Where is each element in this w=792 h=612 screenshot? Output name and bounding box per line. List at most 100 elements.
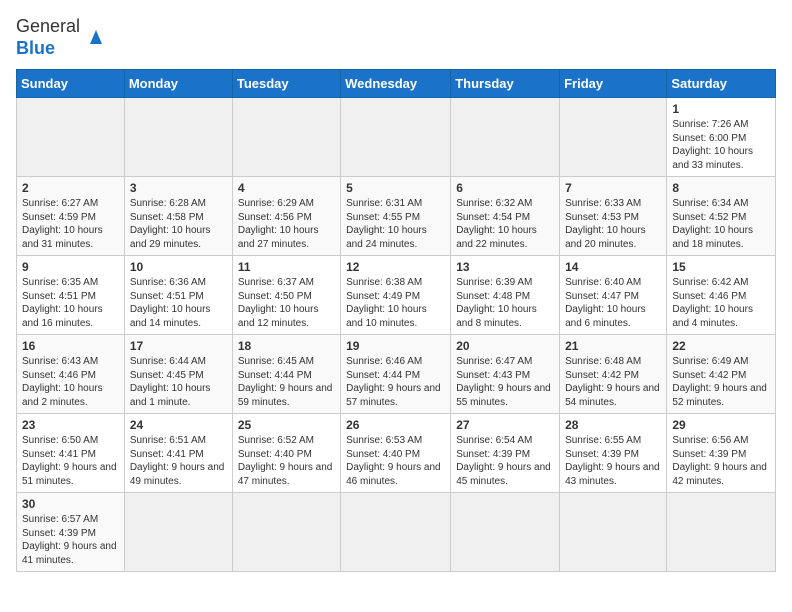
calendar-day-cell: 10Sunrise: 6:36 AM Sunset: 4:51 PM Dayli… (124, 256, 232, 335)
day-sun-info: Sunrise: 6:42 AM Sunset: 4:46 PM Dayligh… (672, 276, 770, 330)
calendar-day-cell: 30 Sunrise: 6:57 AM Sunset: 4:39 PM Dayli… (17, 493, 125, 572)
day-sun-info: Sunrise: 6:44 AM Sunset: 4:45 PM Dayligh… (130, 355, 227, 409)
day-number: 10 (130, 260, 227, 274)
calendar-day-cell: 24 Sunrise: 6:51 AM Sunset: 4:41 PM Dayli… (124, 414, 232, 493)
page-header: General Blue (16, 16, 776, 59)
day-sun-info: Sunrise: 6:57 AM Sunset: 4:39 PM Dayligh… (22, 513, 119, 567)
day-sun-info: Sunrise: 7:26 AM Sunset: 6:00 PM Dayligh… (672, 118, 770, 172)
day-number: 6 (456, 181, 554, 195)
day-number: 16 (22, 339, 119, 353)
day-sun-info: Sunrise: 6:39 AM Sunset: 4:48 PM Dayligh… (456, 276, 554, 330)
day-sun-info: Sunrise: 6:43 AM Sunset: 4:46 PM Dayligh… (22, 355, 119, 409)
day-number: 9 (22, 260, 119, 274)
calendar-table: SundayMondayTuesdayWednesdayThursdayFrid… (16, 69, 776, 572)
day-sun-info: Sunrise: 6:56 AM Sunset: 4:39 PM Dayligh… (672, 434, 770, 488)
day-number: 26 (346, 418, 445, 432)
calendar-day-cell: 4 Sunrise: 6:29 AM Sunset: 4:56 PM Daylig… (232, 177, 340, 256)
calendar-day-cell: 2Sunrise: 6:27 AM Sunset: 4:59 PM Daylig… (17, 177, 125, 256)
day-number: 14 (565, 260, 661, 274)
day-sun-info: Sunrise: 6:52 AM Sunset: 4:40 PM Dayligh… (238, 434, 335, 488)
weekday-header-wednesday: Wednesday (341, 70, 451, 98)
day-sun-info: Sunrise: 6:38 AM Sunset: 4:49 PM Dayligh… (346, 276, 445, 330)
calendar-day-cell: 29 Sunrise: 6:56 AM Sunset: 4:39 PM Dayli… (667, 414, 776, 493)
day-sun-info: Sunrise: 6:54 AM Sunset: 4:39 PM Dayligh… (456, 434, 554, 488)
day-number: 27 (456, 418, 554, 432)
weekday-header-tuesday: Tuesday (232, 70, 340, 98)
calendar-day-cell (560, 493, 667, 572)
calendar-day-cell (667, 493, 776, 572)
day-number: 8 (672, 181, 770, 195)
day-sun-info: Sunrise: 6:51 AM Sunset: 4:41 PM Dayligh… (130, 434, 227, 488)
calendar-week-row: 23 Sunrise: 6:50 AM Sunset: 4:41 PM Dayli… (17, 414, 776, 493)
day-sun-info: Sunrise: 6:32 AM Sunset: 4:54 PM Dayligh… (456, 197, 554, 251)
day-sun-info: Sunrise: 6:46 AM Sunset: 4:44 PM Dayligh… (346, 355, 445, 409)
day-sun-info: Sunrise: 6:29 AM Sunset: 4:56 PM Dayligh… (238, 197, 335, 251)
calendar-day-cell (560, 98, 667, 177)
day-sun-info: Sunrise: 6:49 AM Sunset: 4:42 PM Dayligh… (672, 355, 770, 409)
calendar-day-cell: 1 Sunrise: 7:26 AM Sunset: 6:00 PM Daylig… (667, 98, 776, 177)
day-number: 11 (238, 260, 335, 274)
day-number: 18 (238, 339, 335, 353)
day-number: 25 (238, 418, 335, 432)
day-number: 30 (22, 497, 119, 511)
calendar-day-cell: 17 Sunrise: 6:44 AM Sunset: 4:45 PM Dayli… (124, 335, 232, 414)
calendar-day-cell: 12 Sunrise: 6:38 AM Sunset: 4:49 PM Dayli… (341, 256, 451, 335)
day-sun-info: Sunrise: 6:50 AM Sunset: 4:41 PM Dayligh… (22, 434, 119, 488)
day-number: 4 (238, 181, 335, 195)
calendar-day-cell (17, 98, 125, 177)
calendar-day-cell: 8 Sunrise: 6:34 AM Sunset: 4:52 PM Daylig… (667, 177, 776, 256)
day-number: 23 (22, 418, 119, 432)
day-number: 20 (456, 339, 554, 353)
calendar-week-row: 16 Sunrise: 6:43 AM Sunset: 4:46 PM Dayli… (17, 335, 776, 414)
calendar-week-row: 2Sunrise: 6:27 AM Sunset: 4:59 PM Daylig… (17, 177, 776, 256)
logo: General Blue (16, 16, 106, 59)
calendar-day-cell (341, 98, 451, 177)
day-number: 29 (672, 418, 770, 432)
calendar-day-cell: 27 Sunrise: 6:54 AM Sunset: 4:39 PM Dayli… (451, 414, 560, 493)
logo-triangle-icon (86, 26, 106, 46)
day-sun-info: Sunrise: 6:34 AM Sunset: 4:52 PM Dayligh… (672, 197, 770, 251)
day-sun-info: Sunrise: 6:47 AM Sunset: 4:43 PM Dayligh… (456, 355, 554, 409)
day-sun-info: Sunrise: 6:45 AM Sunset: 4:44 PM Dayligh… (238, 355, 335, 409)
calendar-day-cell (124, 98, 232, 177)
day-sun-info: Sunrise: 6:53 AM Sunset: 4:40 PM Dayligh… (346, 434, 445, 488)
logo-text: General Blue (16, 16, 80, 59)
calendar-day-cell: 3 Sunrise: 6:28 AM Sunset: 4:58 PM Daylig… (124, 177, 232, 256)
calendar-day-cell (232, 98, 340, 177)
calendar-day-cell: 26 Sunrise: 6:53 AM Sunset: 4:40 PM Dayli… (341, 414, 451, 493)
day-sun-info: Sunrise: 6:48 AM Sunset: 4:42 PM Dayligh… (565, 355, 661, 409)
calendar-day-cell: 21 Sunrise: 6:48 AM Sunset: 4:42 PM Dayli… (560, 335, 667, 414)
day-sun-info: Sunrise: 6:28 AM Sunset: 4:58 PM Dayligh… (130, 197, 227, 251)
calendar-day-cell: 22 Sunrise: 6:49 AM Sunset: 4:42 PM Dayli… (667, 335, 776, 414)
day-sun-info: Sunrise: 6:37 AM Sunset: 4:50 PM Dayligh… (238, 276, 335, 330)
day-number: 17 (130, 339, 227, 353)
calendar-day-cell: 9 Sunrise: 6:35 AM Sunset: 4:51 PM Daylig… (17, 256, 125, 335)
day-number: 12 (346, 260, 445, 274)
calendar-day-cell: 25 Sunrise: 6:52 AM Sunset: 4:40 PM Dayli… (232, 414, 340, 493)
day-number: 22 (672, 339, 770, 353)
calendar-week-row: 30 Sunrise: 6:57 AM Sunset: 4:39 PM Dayli… (17, 493, 776, 572)
calendar-day-cell: 5Sunrise: 6:31 AM Sunset: 4:55 PM Daylig… (341, 177, 451, 256)
calendar-day-cell: 16 Sunrise: 6:43 AM Sunset: 4:46 PM Dayli… (17, 335, 125, 414)
weekday-header-monday: Monday (124, 70, 232, 98)
day-number: 28 (565, 418, 661, 432)
calendar-day-cell: 13 Sunrise: 6:39 AM Sunset: 4:48 PM Dayli… (451, 256, 560, 335)
calendar-day-cell: 18 Sunrise: 6:45 AM Sunset: 4:44 PM Dayli… (232, 335, 340, 414)
day-number: 21 (565, 339, 661, 353)
calendar-day-cell (451, 493, 560, 572)
calendar-day-cell: 11 Sunrise: 6:37 AM Sunset: 4:50 PM Dayli… (232, 256, 340, 335)
day-number: 3 (130, 181, 227, 195)
day-number: 13 (456, 260, 554, 274)
day-number: 24 (130, 418, 227, 432)
calendar-day-cell: 7Sunrise: 6:33 AM Sunset: 4:53 PM Daylig… (560, 177, 667, 256)
calendar-day-cell (451, 98, 560, 177)
day-sun-info: Sunrise: 6:35 AM Sunset: 4:51 PM Dayligh… (22, 276, 119, 330)
calendar-day-cell (124, 493, 232, 572)
calendar-day-cell: 20 Sunrise: 6:47 AM Sunset: 4:43 PM Dayli… (451, 335, 560, 414)
day-number: 2 (22, 181, 119, 195)
day-number: 1 (672, 102, 770, 116)
calendar-day-cell: 28Sunrise: 6:55 AM Sunset: 4:39 PM Dayli… (560, 414, 667, 493)
day-number: 15 (672, 260, 770, 274)
calendar-day-cell (232, 493, 340, 572)
day-sun-info: Sunrise: 6:40 AM Sunset: 4:47 PM Dayligh… (565, 276, 661, 330)
